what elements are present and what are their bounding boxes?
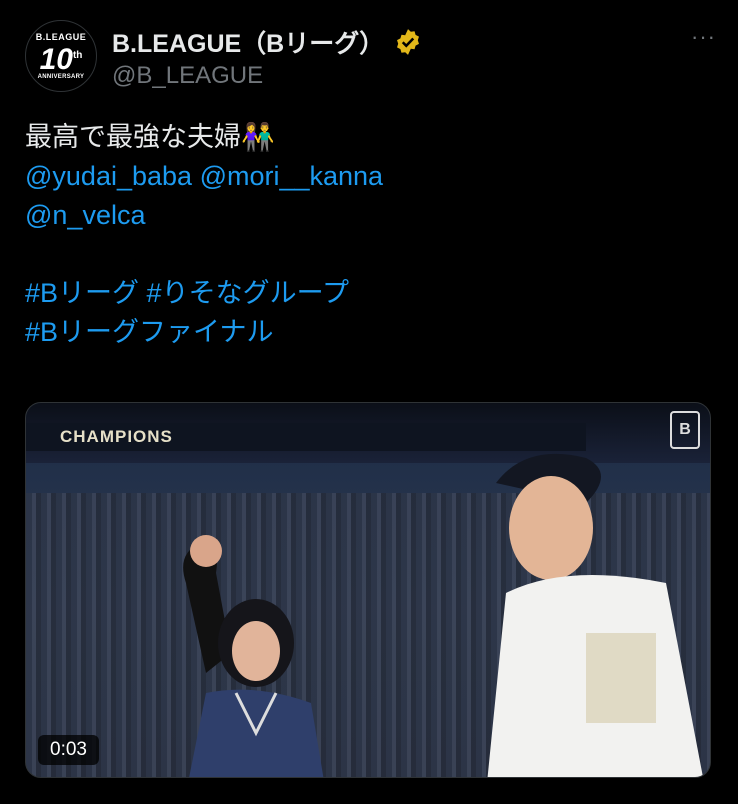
avatar-line2: 10th [39, 43, 83, 76]
hashtag-link[interactable]: #Bリーグ [25, 278, 139, 308]
post-text-line: 最高で最強な夫婦👫 [25, 122, 275, 152]
video-duration: 0:03 [38, 735, 99, 765]
author-name-text[interactable]: B.LEAGUE（Bリーグ） [112, 24, 384, 60]
avatar-line1: B.LEAGUE [35, 32, 87, 42]
verified-badge-icon [397, 29, 420, 55]
post-text: 最高で最強な夫婦👫 @yudai_baba @mori__kanna @n_ve… [25, 118, 715, 352]
player-figure [487, 453, 703, 777]
champions-banner-text: CHAMPIONS [60, 427, 173, 446]
mention-link[interactable]: @n_velca [25, 200, 145, 230]
hashtag-link[interactable]: #Bリーグファイナル [25, 317, 274, 347]
mention-link[interactable]: @yudai_baba [25, 161, 192, 191]
video-player[interactable]: CHAMPIONS B 0:03 [25, 402, 711, 778]
more-options-icon[interactable]: ··· [691, 24, 716, 50]
hashtag-link[interactable]: #りそなグループ [147, 278, 349, 308]
author-handle[interactable]: @B_LEAGUE [112, 62, 263, 90]
author-name[interactable]: B.LEAGUE（Bリーグ） [112, 24, 422, 60]
mention-link[interactable]: @mori__kanna [200, 161, 384, 191]
avatar[interactable]: B.LEAGUE 10th ANNIVERSARY [25, 20, 97, 92]
avatar-line3: ANNIVERSARY [37, 74, 85, 80]
fan-woman-figure [183, 535, 324, 777]
